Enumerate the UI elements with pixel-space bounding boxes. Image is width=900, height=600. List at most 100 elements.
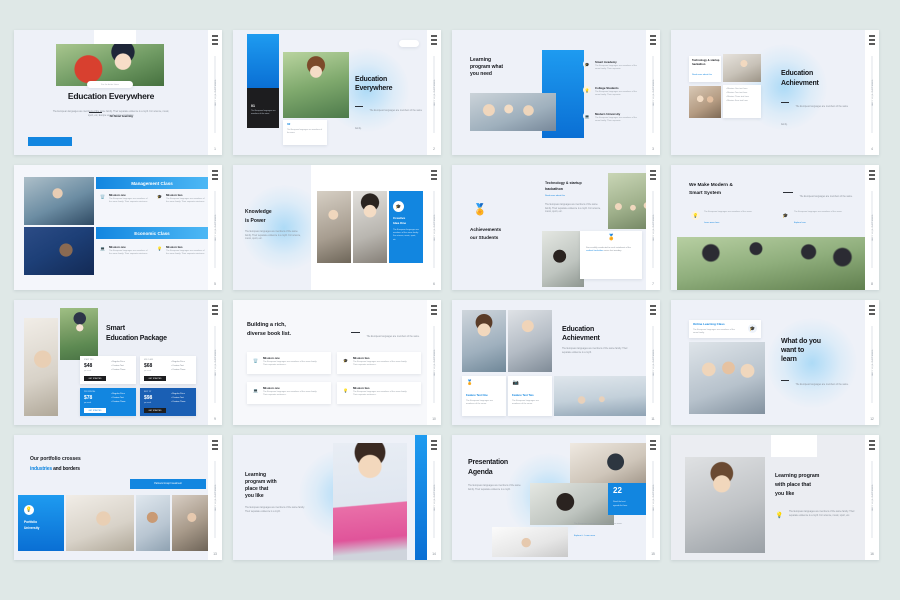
slide-rail: www.yoursite.com 2 [427,30,441,155]
slide-thumbnail-5[interactable]: Management Class Economic Class 🗑️ Missi… [14,165,222,290]
slide11-body: The European languages are members of th… [562,348,628,354]
rail-dots-icon[interactable] [650,170,656,180]
list-item[interactable]: 🎓 Smart Academy The European languages a… [583,58,643,84]
rail-dots-icon[interactable] [650,35,656,45]
slide15-body: The European languages are members of th… [468,485,521,491]
slide9-plan2-button[interactable]: GET STARTED [144,376,166,381]
slide3-item2-body: The European languages are members of th… [595,91,637,97]
photo-three-students [689,342,765,414]
slide3-item3-body: The European languages are members of th… [595,117,637,123]
slide12-page-number: 12 [870,417,874,421]
list-item[interactable]: 💻 Modern University The European languag… [583,110,643,136]
slide9-plan4-price: $98 [144,395,153,401]
mission-card[interactable]: 🎓 Mission two The European languages are… [337,352,421,374]
slide4-card-title-text: Technology & startup hackathon [692,59,720,66]
rail-dots-icon[interactable] [212,170,218,180]
slide15-page-number: 15 [651,552,655,556]
slide13-tile-line2: University [24,526,40,530]
rail-dots-icon[interactable] [650,305,656,315]
slide8-item2-link[interactable]: Explore here [794,222,806,224]
slide9-plan4-button[interactable]: GET STARTED [144,408,166,413]
slide9-plan1-tag: START PRO [84,359,94,361]
photo-writing [66,495,134,551]
slide-thumbnail-4[interactable]: Technology & startup hackathon Read more… [671,30,879,155]
slide13-partners-label: Partners Group Investment [154,483,182,485]
laptop-icon: 💻 [100,246,105,251]
photo-desk-laptop [570,443,646,485]
rail-dots-icon[interactable] [431,170,437,180]
slide4-body: The European languages are members of th… [781,106,849,126]
rail-dots-icon[interactable] [869,170,875,180]
list-item[interactable]: 💡 College Students The European language… [583,84,643,110]
rail-dots-icon[interactable] [650,440,656,450]
rail-dots-icon[interactable] [869,440,875,450]
photo-library-boy [317,191,351,263]
slide9-plan1-per: per month [84,371,92,372]
slide-thumbnail-16[interactable]: Learning program with place that you lik… [671,435,879,560]
slide10-card2-label: Mission two [353,356,370,360]
slide9-plan3-button[interactable]: GET STARTED [84,408,106,413]
mission-card[interactable]: 💡 Mission two The European languages are… [337,382,421,404]
slide-thumbnail-13[interactable]: Our portfolio crosses industries and bor… [14,435,222,560]
slide-rail: www.yoursite.com 10 [427,300,441,425]
slide-thumbnail-2[interactable]: 01 The European languages are members of… [233,30,441,155]
photo-girl-books [353,191,387,263]
slide9-title-line1: Smart [106,325,125,332]
rail-dots-icon[interactable] [431,305,437,315]
slide-rail: www.yoursite.com 6 [427,165,441,290]
rail-dots-icon[interactable] [431,440,437,450]
camera-icon: 📷 [512,380,520,386]
slide-rail: www.yoursite.com 1 [208,30,222,155]
slide8-item1-link[interactable]: Learn more here [704,222,719,224]
lightbulb-icon: 💡 [583,86,591,94]
badge-pill: For the better future [87,81,133,88]
feature-card[interactable]: 🏅 Feature Text One The European language… [462,376,506,416]
slide4-title-line1: Education [781,70,814,77]
slide-rail: www.yoursite.com 15 [646,435,660,560]
rail-dots-icon[interactable] [212,440,218,450]
pricing-card[interactable]: BEST FIT $98 per month GET STARTED Regul… [140,388,196,416]
slide10-intro: The European languages are members of th… [366,336,420,338]
slide6-panel-title-2: Idea One [393,221,407,225]
mission-card[interactable]: 💻 Mission one The European languages are… [247,382,331,404]
feature-card[interactable]: 📷 Feature Text Two The European language… [508,376,552,416]
slide7-card-link[interactable]: Read more about this [545,195,565,197]
slide-thumbnail-1[interactable]: For the better future Education Everywhe… [14,30,222,155]
slide-thumbnail-3[interactable]: Learning program what you need 🎓 Smart A… [452,30,660,155]
slide-thumbnail-8[interactable]: We Make Modern & Smart System The Europe… [671,165,879,290]
pricing-card[interactable]: START PRO $48 per month GET STARTED Regu… [80,356,136,384]
slide15-note-links[interactable]: Explore it · Learn more [574,535,595,537]
slide13-page-number: 13 [213,552,217,556]
slide2-tag-button[interactable]: Read More [399,40,419,47]
mission-card[interactable]: 🗑️ Mission one The European languages ar… [247,352,331,374]
slide-thumbnail-9[interactable]: Smart Education Package START PRO $48 pe… [14,300,222,425]
slide9-plan1-button[interactable]: GET STARTED [84,376,106,381]
slide10-card4-body: The European languages are members of th… [353,391,408,397]
slide12-card-title: Online Learning Class [693,322,725,326]
rail-dots-icon[interactable] [212,35,218,45]
medal-icon: 🏅 [473,203,487,216]
rail-dots-icon[interactable] [212,305,218,315]
slide-thumbnail-11[interactable]: Education Achievment The European langua… [452,300,660,425]
rail-dots-icon[interactable] [431,35,437,45]
slide2-card2: 02 The European languages are members of… [283,120,327,145]
accent-bar [28,137,72,146]
slide5-cell4-body: The European languages are members of th… [166,250,205,256]
slide5-band1-label: Management Class [131,180,173,186]
slide-thumbnail-14[interactable]: Learning program with place that you lik… [233,435,441,560]
slide10-title-line1: Building a rich, [247,322,286,328]
slide-thumbnail-15[interactable]: Presentation Agenda The European languag… [452,435,660,560]
rail-dots-icon[interactable] [869,35,875,45]
rail-dots-icon[interactable] [869,305,875,315]
lightbulb-icon: 💡 [24,505,34,515]
slide-thumbnail-7[interactable]: 🏅 Achievements our Students Technology &… [452,165,660,290]
slide12-title-line1: What do you [781,338,821,345]
slide-thumbnail-6[interactable]: Knowledge is Power The European language… [233,165,441,290]
photo-graduation-caps [677,237,865,290]
pricing-card[interactable]: MID CLASS $68 per month GET STARTED Regu… [140,356,196,384]
slide13-partners-button[interactable]: Partners Group Investment [130,479,206,489]
slide-thumbnail-10[interactable]: Building a rich, diverse book list. The … [233,300,441,425]
pricing-card[interactable]: PRO SPECIAL $78 per month GET STARTED Re… [80,388,136,416]
slide6-title-line2: is Power [245,218,266,224]
slide-thumbnail-12[interactable]: Online Learning Class The European langu… [671,300,879,425]
